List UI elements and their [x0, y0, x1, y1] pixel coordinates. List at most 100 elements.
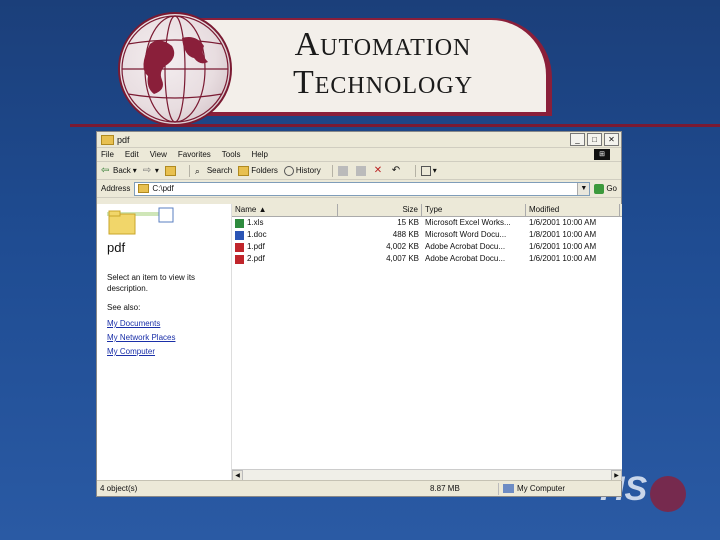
content-area: pdf Select an item to view its descripti… — [97, 204, 622, 481]
windows-logo-icon: ⊞ — [594, 149, 610, 160]
file-size: 4,007 KB — [386, 254, 419, 263]
web-view-pane: pdf Select an item to view its descripti… — [97, 204, 231, 481]
status-size: 8.87 MB — [430, 484, 460, 493]
file-name: 1.xls — [247, 218, 264, 227]
status-object-count: 4 object(s) — [100, 484, 138, 493]
history-button[interactable]: History — [283, 165, 321, 176]
file-size: 15 KB — [397, 218, 419, 227]
file-list: Name ▲ Size Type Modified 1.xls 15 KB Mi… — [231, 204, 622, 481]
file-name: 1.pdf — [247, 242, 265, 251]
search-icon: ⌕ — [194, 165, 200, 176]
file-row[interactable]: 1.pdf 4,002 KB Adobe Acrobat Docu... 1/6… — [232, 241, 622, 253]
file-type: Microsoft Word Docu... — [425, 230, 507, 239]
maximize-button[interactable]: □ — [587, 133, 602, 146]
menu-edit[interactable]: Edit — [125, 150, 139, 159]
up-button[interactable] — [164, 165, 178, 176]
column-header-size[interactable]: Size — [338, 204, 422, 216]
computer-icon — [503, 484, 514, 493]
folder-up-icon — [164, 165, 176, 176]
file-list-header: Name ▲ Size Type Modified — [232, 204, 622, 217]
delete-icon: ✕ — [373, 164, 383, 176]
column-name-label: Name — [235, 205, 257, 214]
title-rule — [70, 124, 720, 127]
column-header-name[interactable]: Name ▲ — [232, 204, 338, 216]
folder-banner-icon — [107, 207, 174, 235]
chevron-down-icon: ▾ — [132, 166, 137, 175]
folder-icon — [101, 134, 114, 145]
move-to-icon — [337, 165, 348, 176]
file-name: 1.doc — [247, 230, 267, 239]
excel-icon — [235, 218, 244, 228]
standard-toolbar: ⇦ Back ▾ ⇨ ▾ ⌕ Search Folders History ✕ … — [97, 162, 621, 180]
go-arrow-icon — [594, 183, 605, 194]
status-location-label: My Computer — [517, 484, 566, 493]
copy-to-button[interactable] — [355, 165, 368, 176]
menu-file[interactable]: File — [101, 150, 114, 159]
menu-tools[interactable]: Tools — [222, 150, 241, 159]
toolbar-separator — [414, 164, 416, 177]
file-type: Adobe Acrobat Docu... — [425, 242, 506, 251]
column-header-type[interactable]: Type — [422, 204, 526, 216]
see-also-links: My Documents My Network Places My Comput… — [107, 317, 175, 359]
move-to-button[interactable] — [337, 165, 350, 176]
search-button[interactable]: ⌕ Search — [195, 166, 232, 176]
title-line2: Technology — [292, 64, 474, 101]
file-size: 4,002 KB — [386, 242, 419, 251]
back-arrow-icon: ⇦ — [101, 164, 110, 176]
menu-favorites[interactable]: Favorites — [178, 150, 211, 159]
file-row[interactable]: 1.xls 15 KB Microsoft Excel Works... 1/6… — [232, 217, 622, 229]
file-type: Microsoft Excel Works... — [425, 218, 511, 227]
address-label: Address — [101, 184, 131, 193]
word-icon — [235, 230, 244, 240]
link-my-documents[interactable]: My Documents — [107, 317, 175, 331]
address-input[interactable]: C:\pdf ▼ — [134, 181, 591, 196]
history-label: History — [295, 166, 321, 175]
file-modified: 1/6/2001 10:00 AM — [529, 242, 597, 251]
folders-button[interactable]: Folders — [238, 165, 278, 176]
address-value: C:\pdf — [152, 184, 174, 193]
file-modified: 1/8/2001 10:00 AM — [529, 230, 597, 239]
search-label: Search — [206, 166, 233, 175]
file-type: Adobe Acrobat Docu... — [425, 254, 506, 263]
folder-icon — [138, 184, 150, 193]
minimize-button[interactable]: _ — [570, 133, 585, 146]
pdf-icon — [235, 242, 244, 252]
slide-title: Automation Technology — [238, 26, 528, 102]
forward-button[interactable]: ⇨ ▾ — [143, 165, 159, 176]
status-bar: 4 object(s) 8.87 MB My Computer — [97, 480, 621, 496]
back-label: Back — [113, 166, 131, 175]
history-icon — [283, 165, 294, 176]
explorer-window: pdf _ □ ✕ File Edit View Favorites Tools… — [96, 131, 622, 497]
views-button[interactable]: ▾ — [420, 165, 437, 176]
folder-title: pdf — [107, 240, 126, 255]
folders-label: Folders — [251, 166, 278, 175]
link-my-network-places[interactable]: My Network Places — [107, 331, 175, 345]
toolbar-separator — [331, 164, 333, 177]
menu-view[interactable]: View — [150, 150, 167, 159]
link-my-computer[interactable]: My Computer — [107, 345, 175, 359]
menu-bar: File Edit View Favorites Tools Help ⊞ — [97, 148, 621, 162]
undo-button[interactable]: ↶ — [391, 164, 404, 176]
close-button[interactable]: ✕ — [604, 133, 619, 146]
undo-icon: ↶ — [391, 164, 401, 176]
window-titlebar[interactable]: pdf _ □ ✕ — [97, 132, 621, 148]
chevron-down-icon: ▾ — [432, 166, 437, 175]
hs-logo-globe-icon — [650, 476, 686, 512]
file-modified: 1/6/2001 10:00 AM — [529, 254, 597, 263]
folders-icon — [238, 165, 250, 176]
status-location: My Computer — [498, 482, 566, 495]
menu-help[interactable]: Help — [251, 150, 267, 159]
file-row[interactable]: 2.pdf 4,007 KB Adobe Acrobat Docu... 1/6… — [232, 253, 622, 265]
globe-logo-icon — [118, 12, 232, 126]
go-button[interactable]: Go — [594, 183, 617, 194]
sort-arrow-icon: ▲ — [258, 205, 267, 214]
file-row[interactable]: 1.doc 488 KB Microsoft Word Docu... 1/8/… — [232, 229, 622, 241]
file-size: 488 KB — [392, 230, 419, 239]
column-header-modified[interactable]: Modified — [526, 204, 620, 216]
toolbar-separator — [188, 164, 190, 177]
file-modified: 1/6/2001 10:00 AM — [529, 218, 597, 227]
delete-button[interactable]: ✕ — [373, 164, 386, 176]
copy-to-icon — [355, 165, 366, 176]
back-button[interactable]: ⇦ Back ▾ — [101, 164, 137, 176]
address-dropdown-icon[interactable]: ▼ — [577, 182, 590, 195]
